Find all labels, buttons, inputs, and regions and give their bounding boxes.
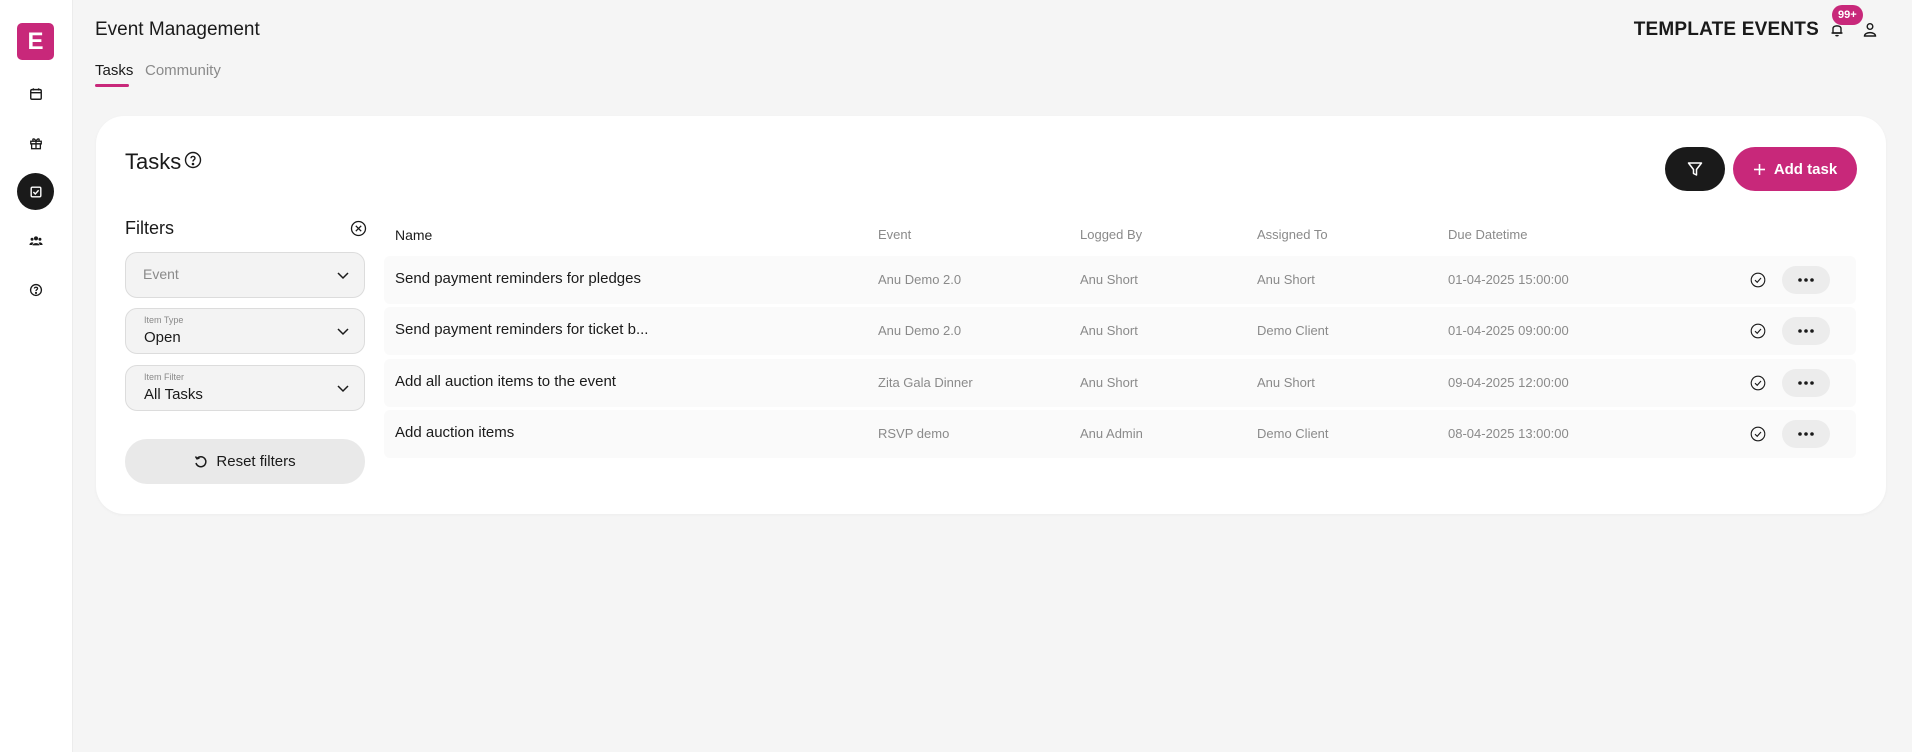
tab-tasks[interactable]: Tasks (95, 62, 133, 79)
app-logo[interactable]: E (17, 23, 54, 60)
event-select-placeholder: Event (143, 266, 179, 282)
row-actions-button[interactable] (1782, 420, 1830, 448)
task-assigned-to: Demo Client (1257, 323, 1329, 338)
complete-check-icon[interactable] (1750, 375, 1766, 391)
sidebar-item-gifts[interactable] (17, 124, 54, 161)
row-actions-button[interactable] (1782, 266, 1830, 294)
sidebar: E (0, 0, 73, 752)
page-title: Tasks (125, 149, 182, 174)
task-logged-by: Anu Short (1080, 375, 1138, 390)
more-horizontal-icon (1798, 329, 1814, 333)
sidebar-item-community[interactable] (17, 222, 54, 259)
task-event: Zita Gala Dinner (878, 375, 973, 390)
tab-community[interactable]: Community (145, 62, 221, 79)
complete-check-icon[interactable] (1750, 272, 1766, 288)
item-type-value: Open (144, 329, 181, 346)
task-logged-by: Anu Admin (1080, 426, 1143, 441)
plus-icon (1753, 163, 1765, 175)
help-icon (29, 283, 42, 296)
item-filter-select[interactable]: Item Filter All Tasks (125, 365, 365, 411)
table-row[interactable]: Add auction items RSVP demo Anu Admin De… (384, 410, 1856, 458)
gift-icon (29, 137, 42, 149)
column-header-name: Name (395, 227, 433, 243)
row-actions-button[interactable] (1782, 317, 1830, 345)
item-type-select[interactable]: Item Type Open (125, 308, 365, 354)
item-filter-label: Item Filter (144, 372, 185, 382)
task-name: Send payment reminders for ticket b... (395, 321, 649, 338)
column-header-due-datetime: Due Datetime (1448, 227, 1528, 242)
task-event: Anu Demo 2.0 (878, 323, 962, 338)
column-header-logged-by: Logged By (1080, 227, 1143, 242)
filter-icon (1687, 162, 1703, 176)
task-logged-by: Anu Short (1080, 323, 1138, 338)
checkbox-icon (29, 185, 42, 198)
active-tab-indicator (95, 84, 129, 87)
task-assigned-to: Anu Short (1257, 375, 1315, 390)
chevron-down-icon (337, 385, 349, 393)
task-name: Send payment reminders for pledges (395, 270, 641, 287)
sidebar-item-calendar[interactable] (17, 75, 54, 112)
item-filter-value: All Tasks (144, 386, 203, 403)
filter-toggle-button[interactable] (1665, 147, 1725, 191)
task-name: Add all auction items to the event (395, 373, 616, 390)
sidebar-item-help[interactable] (17, 271, 54, 308)
chevron-down-icon (337, 272, 349, 280)
add-task-button[interactable]: Add task (1733, 147, 1857, 191)
task-due-datetime: 09-04-2025 12:00:00 (1448, 375, 1569, 390)
calendar-icon (29, 87, 42, 100)
add-task-label: Add task (1773, 160, 1838, 178)
task-event: Anu Demo 2.0 (878, 272, 962, 287)
more-horizontal-icon (1798, 278, 1814, 282)
users-icon (28, 235, 43, 245)
more-horizontal-icon (1798, 432, 1814, 436)
task-due-datetime: 08-04-2025 13:00:00 (1448, 426, 1569, 441)
task-assigned-to: Anu Short (1257, 272, 1315, 287)
table-row[interactable]: Add all auction items to the event Zita … (384, 359, 1856, 407)
organization-name: TEMPLATE EVENTS (1633, 19, 1819, 40)
reset-icon (195, 455, 207, 467)
task-due-datetime: 01-04-2025 09:00:00 (1448, 323, 1569, 338)
clear-filters-icon[interactable] (350, 220, 367, 237)
filters-title: Filters (125, 218, 174, 238)
task-event: RSVP demo (878, 426, 950, 441)
more-horizontal-icon (1798, 381, 1814, 385)
table-row[interactable]: Send payment reminders for pledges Anu D… (384, 256, 1856, 304)
user-icon (1863, 22, 1877, 37)
task-name: Add auction items (395, 424, 515, 441)
complete-check-icon[interactable] (1750, 323, 1766, 339)
user-menu-button[interactable] (1861, 20, 1879, 38)
reset-filters-button[interactable]: Reset filters (125, 439, 365, 484)
row-actions-button[interactable] (1782, 369, 1830, 397)
chevron-down-icon (337, 328, 349, 336)
tasks-card: Tasks Add task Filters Event Item Type O… (96, 116, 1886, 514)
column-header-assigned-to: Assigned To (1257, 227, 1328, 242)
event-select[interactable]: Event (125, 252, 365, 298)
task-logged-by: Anu Short (1080, 272, 1138, 287)
app-title: Event Management (95, 19, 260, 40)
table-row[interactable]: Send payment reminders for ticket b... A… (384, 307, 1856, 355)
complete-check-icon[interactable] (1750, 426, 1766, 442)
task-assigned-to: Demo Client (1257, 426, 1329, 441)
question-circle-icon[interactable] (184, 151, 202, 169)
item-type-label: Item Type (144, 315, 184, 325)
sidebar-item-tasks[interactable] (17, 173, 54, 210)
reset-filters-label: Reset filters (216, 453, 296, 470)
column-header-event: Event (878, 227, 912, 242)
task-due-datetime: 01-04-2025 15:00:00 (1448, 272, 1569, 287)
notification-badge: 99+ (1832, 5, 1863, 25)
